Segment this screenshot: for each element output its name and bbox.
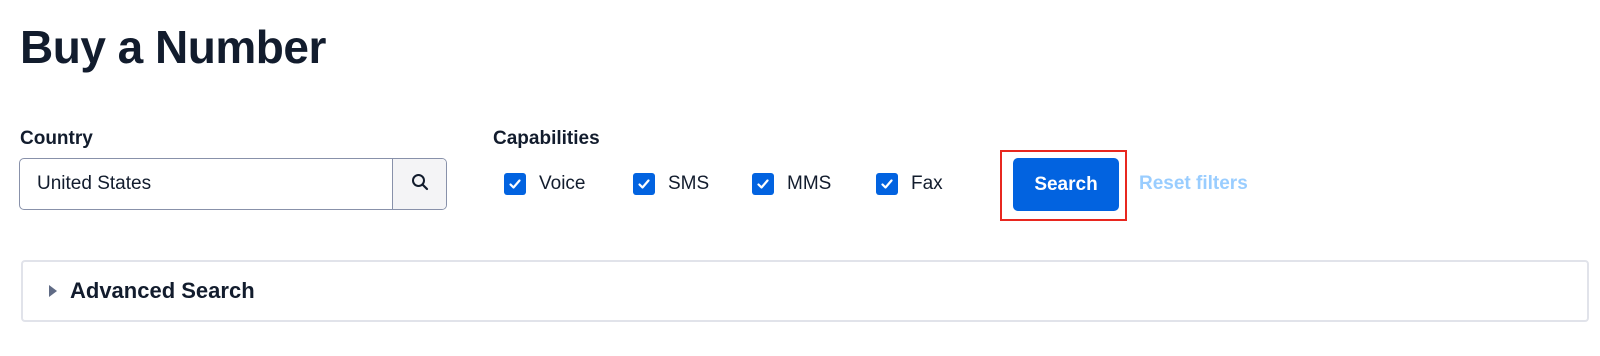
advanced-search-toggle[interactable]: Advanced Search: [21, 260, 1589, 322]
reset-filters-link[interactable]: Reset filters: [1139, 172, 1248, 196]
search-icon: [411, 173, 429, 196]
checkbox-checked-icon[interactable]: [752, 173, 774, 195]
country-search-button[interactable]: [392, 159, 446, 209]
country-input[interactable]: [20, 159, 392, 209]
advanced-search-title: Advanced Search: [70, 278, 255, 303]
checkbox-checked-icon[interactable]: [504, 173, 526, 195]
checkbox-fax[interactable]: Fax: [876, 172, 943, 196]
caret-right-icon: [48, 283, 60, 299]
country-label: Country: [20, 128, 93, 149]
search-button[interactable]: Search: [1013, 158, 1119, 211]
checkbox-label-mms: MMS: [787, 173, 832, 194]
checkbox-checked-icon[interactable]: [633, 173, 655, 195]
country-field[interactable]: [19, 158, 447, 210]
checkbox-label-sms: SMS: [668, 173, 710, 194]
checkbox-mms[interactable]: MMS: [752, 172, 831, 196]
checkbox-sms[interactable]: SMS: [633, 172, 709, 196]
capabilities-label: Capabilities: [493, 128, 600, 149]
checkbox-label-voice: Voice: [539, 173, 586, 194]
checkbox-checked-icon[interactable]: [876, 173, 898, 195]
page-title: Buy a Number: [20, 21, 326, 73]
checkbox-label-fax: Fax: [911, 173, 943, 194]
checkbox-voice[interactable]: Voice: [504, 172, 585, 196]
